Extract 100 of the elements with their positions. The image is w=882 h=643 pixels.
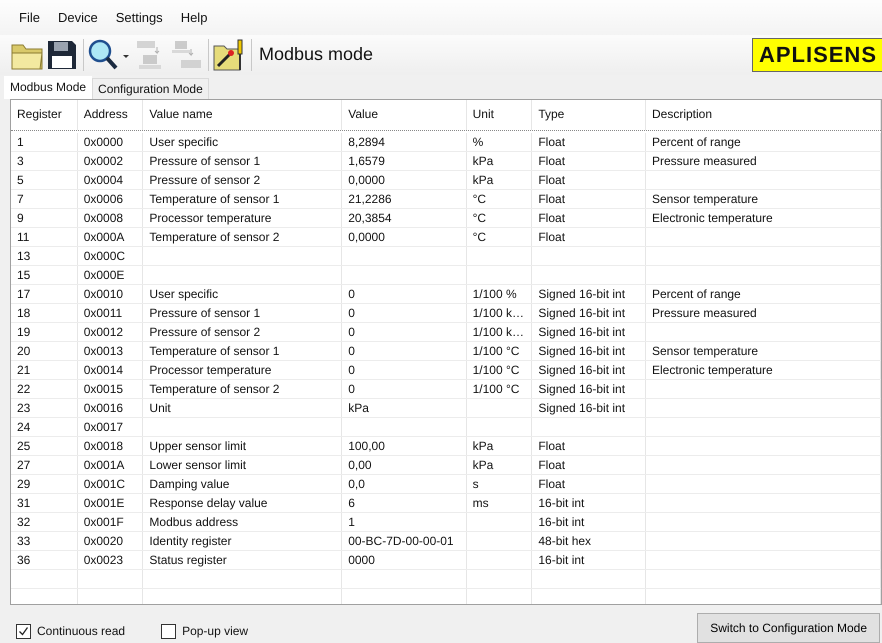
table-cell: Modbus address (149, 514, 238, 529)
table-cell: Identity register (149, 534, 232, 548)
table-cell: Float (538, 458, 566, 472)
table-cell: 0x000E (84, 268, 124, 282)
table-cell: 0x0010 (84, 286, 124, 301)
table-cell: Temperature of sensor 2 (149, 230, 280, 244)
table-cell: 48-bit hex (538, 534, 592, 548)
company-logo: APLISENS (752, 38, 882, 72)
table-cell: 27 (17, 458, 30, 472)
column-header[interactable]: Unit (466, 100, 532, 130)
table-cell: 0x001F (84, 514, 124, 529)
table-cell: 0x001A (84, 458, 124, 472)
table-cell: Pressure of sensor 1 (149, 154, 260, 168)
table-cell: 36 (17, 552, 30, 567)
table-cell: 32 (17, 514, 30, 529)
table-cell: ms (472, 496, 489, 510)
table-cell: Temperature of sensor 2 (149, 382, 280, 396)
table-cell: Pressure of sensor 2 (149, 324, 260, 339)
table-cell: 0 (348, 382, 355, 396)
checkbox-label: Pop-up view (182, 624, 248, 638)
mode-label: Modbus mode (259, 44, 374, 66)
table-cell: 29 (17, 476, 30, 491)
table-cell: 8,2894 (348, 134, 385, 149)
checkbox-label: Continuous read (37, 624, 126, 638)
table-cell: Electronic temperature (652, 210, 773, 225)
table-cell: 1/100 k… (472, 324, 524, 339)
table-cell: 0x0008 (84, 210, 124, 225)
column-header[interactable]: Value name (143, 100, 342, 130)
table-cell: 16-bit int (538, 514, 584, 529)
table-cell: 0000 (348, 552, 375, 567)
table-cell: 0x001E (84, 496, 124, 510)
table-cell: 16-bit int (538, 496, 584, 510)
table-cell: Lower sensor limit (149, 458, 246, 472)
table-cell: Signed 16-bit int (538, 306, 626, 320)
table-cell: Sensor temperature (652, 344, 758, 358)
table-cell: 0 (348, 344, 355, 358)
menu-item[interactable]: Settings (106, 10, 172, 25)
table-cell: s (472, 476, 479, 491)
table-cell: 0x0013 (84, 344, 124, 358)
table-cell: 0x0017 (84, 420, 124, 434)
table-cell: 0,0000 (348, 230, 385, 244)
table-cell: Float (538, 134, 566, 149)
table-cell: 0,0 (348, 476, 365, 491)
menu-item[interactable]: File (10, 10, 49, 25)
table-cell: 1/100 % (472, 286, 517, 301)
table-cell: 17 (17, 286, 30, 301)
table-cell: 0x0020 (84, 534, 124, 548)
table-cell: Temperature of sensor 1 (149, 344, 280, 358)
column-header[interactable]: Description (646, 100, 881, 130)
tab[interactable]: Configuration Mode (92, 78, 209, 99)
table-cell: Percent of range (652, 286, 741, 301)
table-cell: Float (538, 192, 566, 206)
search-icon[interactable] (87, 38, 131, 71)
checkbox[interactable] (161, 624, 176, 639)
table-cell: Processor temperature (149, 210, 272, 225)
table-cell: Pressure measured (652, 154, 757, 168)
table-cell: Pressure of sensor 1 (149, 306, 260, 320)
table-cell: 1/100 k… (472, 306, 524, 320)
table-cell: Percent of range (652, 134, 741, 149)
table-cell: Signed 16-bit int (538, 324, 626, 339)
checkbox[interactable] (16, 624, 31, 639)
column-header[interactable]: Value (342, 100, 467, 130)
table-cell: 0x000C (84, 248, 126, 263)
table-cell: 20,3854 (348, 210, 392, 225)
table-cell: Temperature of sensor 1 (149, 192, 280, 206)
menu-item[interactable]: Help (172, 10, 216, 25)
table-cell: 33 (17, 534, 30, 548)
table-cell: Sensor temperature (652, 192, 758, 206)
table-cell: 22 (17, 382, 30, 396)
tab[interactable]: Modbus Mode (4, 76, 92, 99)
table-cell: Processor temperature (149, 362, 272, 377)
table-cell: 1 (348, 514, 355, 529)
table-cell: Status register (149, 552, 227, 567)
table-cell: Float (538, 172, 566, 187)
table-cell: 0x0015 (84, 382, 124, 396)
table-cell: 1/100 °C (472, 382, 520, 396)
table-cell: 0x0000 (84, 134, 124, 149)
table-cell: Pressure measured (652, 306, 757, 320)
switch-mode-button[interactable]: Switch to Configuration Mode (697, 612, 880, 643)
column-header[interactable]: Register (11, 100, 78, 130)
table-cell: 0x0023 (84, 552, 124, 567)
table-cell: Upper sensor limit (149, 438, 246, 453)
table-cell: Float (538, 210, 566, 225)
table-cell: 0x0012 (84, 324, 124, 339)
table-cell: Signed 16-bit int (538, 382, 626, 396)
table-cell: 0x0016 (84, 400, 124, 415)
table-cell: 7 (17, 192, 24, 206)
table-cell: 5 (17, 172, 24, 187)
table-cell: Response delay value (149, 496, 268, 510)
table-cell: 0 (348, 324, 355, 339)
table-cell: 0 (348, 286, 355, 301)
column-header[interactable]: Address (78, 100, 144, 130)
table-cell: 0,0000 (348, 172, 385, 187)
menu-item[interactable]: Device (48, 10, 107, 25)
column-header[interactable]: Type (532, 100, 646, 130)
table-cell: 11 (17, 230, 30, 244)
table-cell: 0x0006 (84, 192, 124, 206)
table-cell: 00-BC-7D-00-00-01 (348, 534, 454, 548)
table-cell: kPa (472, 172, 494, 187)
table-cell: 0,00 (348, 458, 372, 472)
